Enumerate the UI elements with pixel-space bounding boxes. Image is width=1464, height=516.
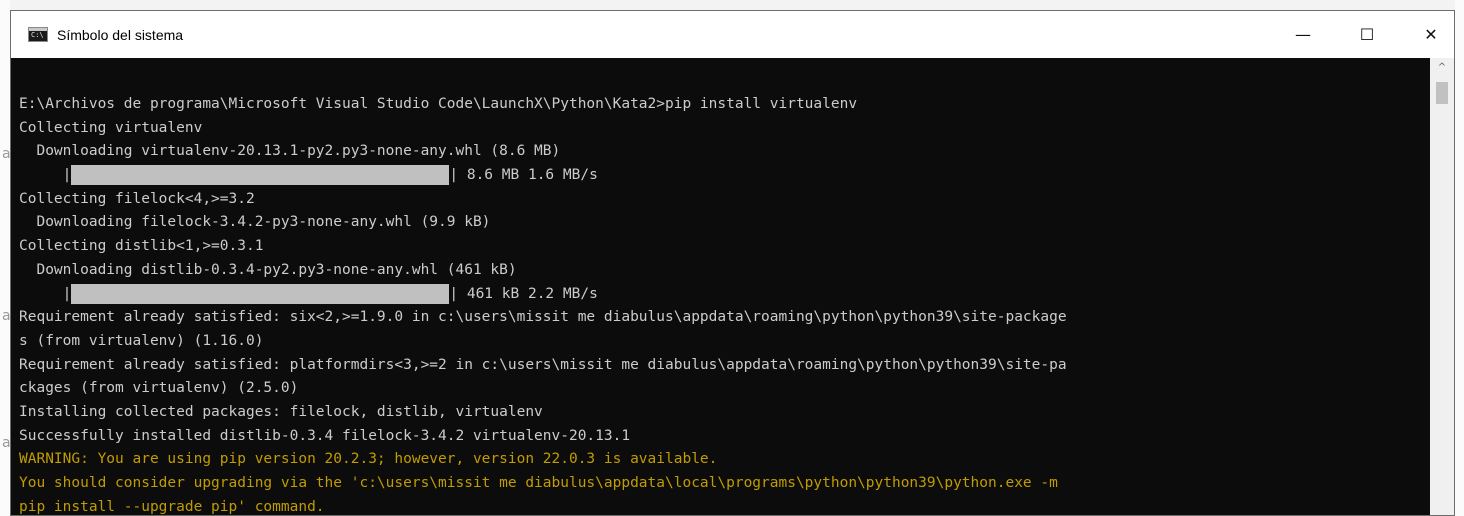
background-window-edge-right [1455,0,1464,516]
terminal-line: Downloading filelock-3.4.2-py3-none-any.… [19,214,491,231]
terminal-lines: E:\Archivos de programa\Microsoft Visual… [19,93,1067,515]
progress-prefix: | [19,167,72,184]
minimize-button[interactable]: — [1280,11,1326,58]
terminal-line: E:\Archivos de programa\Microsoft Visual… [19,96,858,112]
close-button[interactable]: ✕ [1408,11,1454,58]
terminal-output[interactable]: E:\Archivos de programa\Microsoft Visual… [11,58,1430,515]
maximize-icon: ☐ [1359,25,1375,44]
terminal-line: Requirement already satisfied: six<2,>=1… [19,309,1067,326]
terminal-line: Collecting distlib<1,>=0.3.1 [19,238,264,255]
progress-status: | 8.6 MB 1.6 MB/s [449,167,598,184]
download-progress-line: | | 461 kB 2.2 MB/s [19,283,1067,307]
title-bar[interactable]: Símbolo del sistema — ☐ ✕ [11,11,1454,58]
terminal-line: Collecting virtualenv [19,119,203,136]
close-icon: ✕ [1424,25,1438,44]
terminal-warning-line: WARNING: You are using pip version 20.2.… [19,451,718,468]
vertical-scrollbar[interactable]: ^ [1430,58,1454,515]
terminal-warning-line: pip install --upgrade pip' command. [19,498,325,515]
maximize-button[interactable]: ☐ [1344,11,1390,58]
command-prompt-window[interactable]: Símbolo del sistema — ☐ ✕ E:\Archivos de… [10,10,1455,516]
window-controls: — ☐ ✕ [1280,11,1454,58]
command-prompt-icon[interactable] [28,27,48,42]
terminal-line: Downloading distlib-0.3.4-py2.py3-none-a… [19,261,517,278]
download-progress-bar [71,283,450,304]
progress-prefix: | [19,285,72,302]
download-progress-bar [71,165,450,186]
terminal-line: Successfully installed distlib-0.3.4 fil… [19,427,631,444]
terminal-line: Installing collected packages: filelock,… [19,403,543,420]
terminal-line: Collecting filelock<4,>=3.2 [19,190,255,207]
download-progress-line: | | 8.6 MB 1.6 MB/s [19,164,1067,188]
terminal-line: s (from virtualenv) (1.16.0) [19,332,264,349]
progress-status: | 461 kB 2.2 MB/s [449,285,598,302]
background-window-edge-left: a a a [0,0,11,516]
scroll-up-arrow-icon[interactable]: ^ [1430,62,1454,80]
terminal-line: Requirement already satisfied: platformd… [19,356,1067,373]
scroll-thumb[interactable] [1436,82,1448,104]
terminal-warning-line: You should consider upgrading via the 'c… [19,475,1058,491]
minimize-icon: — [1295,25,1311,44]
terminal-line: ckages (from virtualenv) (2.5.0) [19,380,299,397]
window-title: Símbolo del sistema [57,26,184,43]
terminal-line: Downloading virtualenv-20.13.1-py2.py3-n… [19,143,561,160]
